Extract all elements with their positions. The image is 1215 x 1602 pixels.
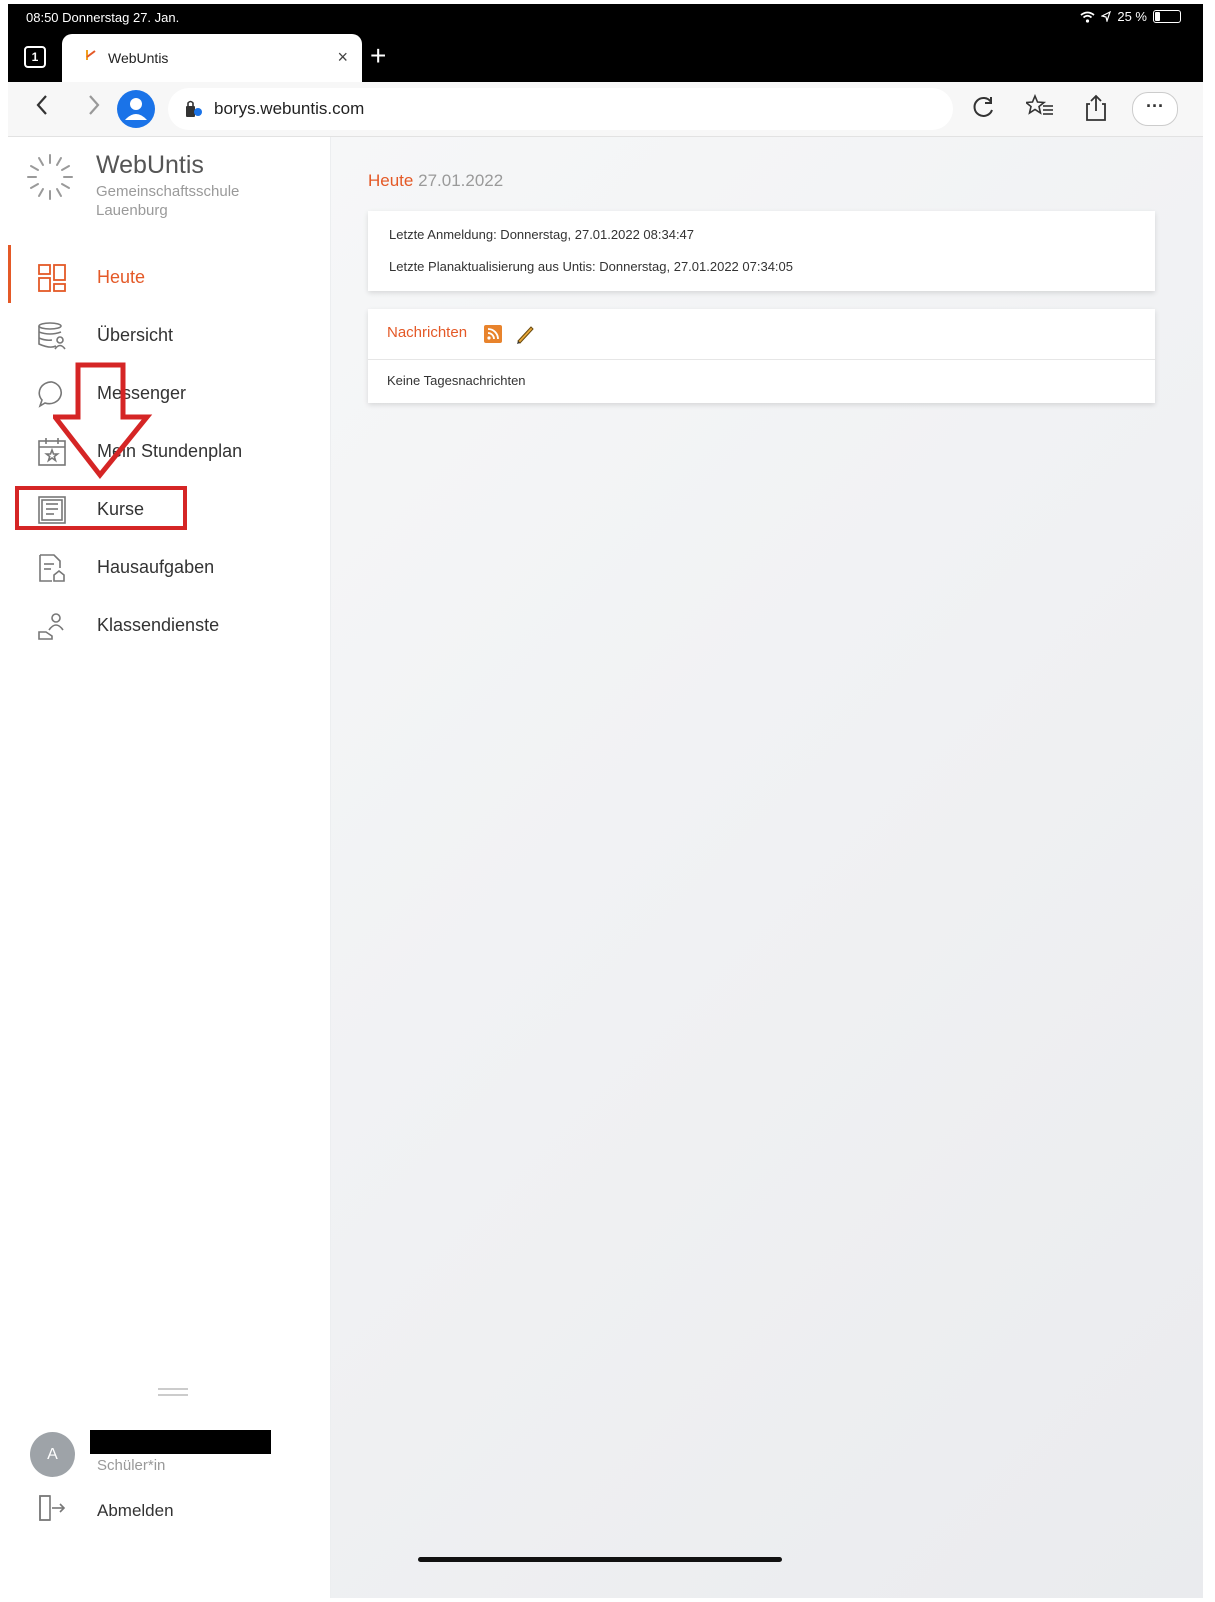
chevron-left-icon	[36, 95, 47, 115]
page-title-date: 27.01.2022	[418, 171, 504, 190]
redacted-username	[90, 1430, 271, 1454]
reload-icon	[973, 97, 993, 117]
active-indicator	[8, 245, 11, 303]
battery-percent: 25 %	[1117, 9, 1147, 24]
webuntis-favicon-icon	[86, 50, 96, 60]
webuntis-logo-icon	[27, 154, 73, 200]
login-info-card: Letzte Anmeldung: Donnerstag, 27.01.2022…	[368, 211, 1155, 291]
dashboard-icon	[38, 264, 66, 292]
share-icon	[1086, 94, 1106, 121]
profile-icon	[125, 98, 147, 120]
app-brand: WebUntis	[96, 151, 204, 179]
reload-button[interactable]	[971, 94, 997, 125]
share-button[interactable]	[1084, 94, 1108, 127]
collapse-handle-icon[interactable]	[158, 1387, 188, 1397]
page-title: Heute 27.01.2022	[368, 171, 503, 191]
status-time: 08:50 Donnerstag 27. Jan.	[26, 10, 180, 25]
annotation-arrow-icon	[53, 362, 153, 480]
status-bar: 08:50 Donnerstag 27. Jan. 25 %	[8, 4, 1203, 30]
last-update-text: Letzte Planaktualisierung aus Untis: Don…	[389, 259, 793, 274]
overview-icon	[38, 322, 66, 350]
logout-icon[interactable]	[36, 1492, 68, 1524]
sidebar-item-label: Hausaufgaben	[97, 557, 215, 577]
status-indicators: 25 %	[1080, 9, 1181, 24]
sidebar-item-uebersicht[interactable]: Übersicht	[8, 311, 330, 361]
pencil-icon[interactable]	[514, 323, 536, 345]
browser-tab-bar: 1 WebUntis × +	[8, 30, 1203, 82]
forward-button[interactable]	[86, 92, 102, 125]
sidebar-item-label: Übersicht	[97, 325, 174, 345]
sidebar-item-label: Klassendienste	[97, 615, 220, 635]
news-title: Nachrichten	[387, 324, 468, 341]
tab-overview-button[interactable]: 1	[24, 46, 46, 68]
more-options-button[interactable]: ···	[1132, 92, 1178, 126]
news-card-header: Nachrichten	[368, 309, 1155, 360]
profile-button[interactable]	[117, 90, 155, 128]
annotation-highlight-box	[15, 486, 187, 530]
tab-close-button[interactable]: ×	[337, 47, 348, 68]
new-tab-button[interactable]: +	[370, 40, 386, 72]
main-content: Heute 27.01.2022 Letzte Anmeldung: Donne…	[331, 137, 1203, 1598]
address-bar: borys.webuntis.com ···	[8, 82, 1203, 137]
logout-button[interactable]: Abmelden	[97, 1501, 174, 1521]
battery-icon	[1153, 10, 1181, 23]
url-text: borys.webuntis.com	[214, 99, 365, 118]
avatar[interactable]: A	[30, 1432, 75, 1477]
chevron-right-icon	[89, 95, 100, 115]
rss-icon[interactable]	[484, 325, 502, 343]
homework-icon	[39, 554, 65, 582]
home-indicator	[418, 1557, 782, 1562]
tab-title: WebUntis	[108, 50, 169, 66]
favorites-button[interactable]	[1023, 93, 1054, 125]
sidebar-item-heute[interactable]: Heute	[8, 245, 330, 303]
site-info-icon	[186, 100, 202, 117]
news-empty-text: Keine Tagesnachrichten	[387, 373, 526, 388]
wifi-icon	[1080, 11, 1095, 23]
back-button[interactable]	[34, 92, 50, 125]
sidebar-item-hausaufgaben[interactable]: Hausaufgaben	[8, 543, 330, 593]
sidebar-item-label: Heute	[97, 267, 146, 287]
sidebar: WebUntis Gemeinschaftsschule Lauenburg H…	[8, 137, 331, 1598]
star-list-icon	[1023, 93, 1053, 115]
page-title-word: Heute	[368, 171, 414, 190]
ellipsis-icon: ···	[1146, 96, 1164, 116]
browser-tab-webuntis[interactable]: WebUntis ×	[62, 34, 362, 82]
last-login-text: Letzte Anmeldung: Donnerstag, 27.01.2022…	[389, 227, 695, 242]
school-name: Gemeinschaftsschule Lauenburg	[96, 183, 240, 219]
sidebar-item-klassendienste[interactable]: Klassendienste	[8, 601, 330, 651]
screenshot: 08:50 Donnerstag 27. Jan. 25 % 1 WebUnti…	[8, 4, 1203, 1598]
user-role: Schüler*in	[97, 1457, 166, 1474]
location-icon	[1101, 11, 1112, 22]
news-card: Nachrichten Keine Tagesnachrichten	[368, 309, 1155, 403]
url-field[interactable]: borys.webuntis.com	[168, 88, 953, 130]
class-duties-icon	[38, 613, 64, 640]
